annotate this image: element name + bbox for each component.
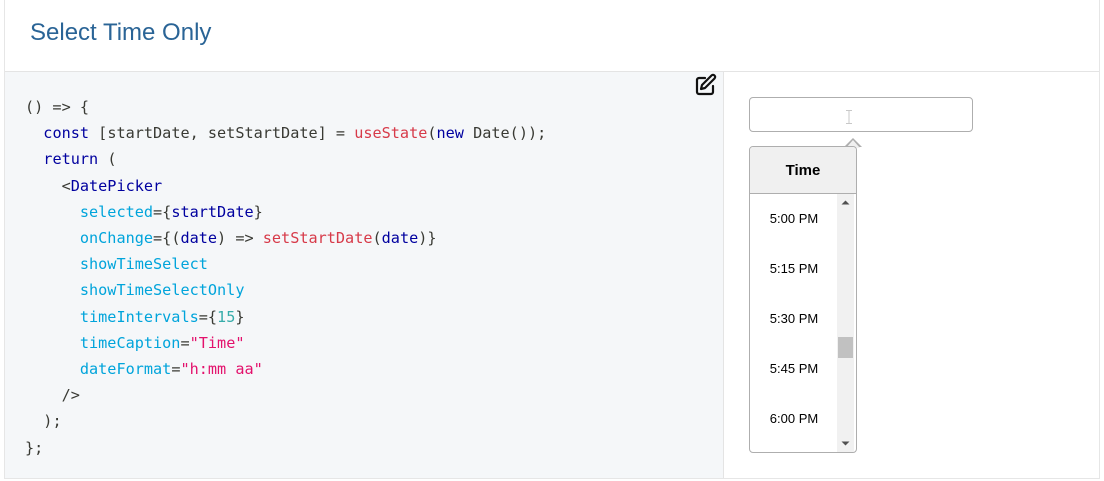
code-token: )} (418, 229, 437, 248)
triangle-down-icon[interactable] (837, 435, 854, 452)
code-token: } (253, 202, 263, 221)
code-token: < (61, 176, 71, 195)
code-token: timeCaption (79, 333, 181, 352)
code-token: ( (372, 229, 382, 248)
example-card: Select Time Only () => { const [startDat… (4, 0, 1100, 479)
card-header: Select Time Only (5, 0, 1099, 72)
code-token: date (180, 229, 218, 248)
code-token: showTimeSelect (79, 255, 208, 274)
time-option[interactable]: 5:15 PM (750, 254, 838, 284)
code-token: ( (427, 124, 437, 143)
code-token: ={ (153, 202, 172, 221)
code-line-1: () => { (25, 98, 90, 116)
time-option[interactable]: 5:00 PM (750, 204, 838, 234)
time-list[interactable]: 5:00 PM 5:15 PM 5:30 PM 5:45 PM 6:00 PM (750, 194, 838, 452)
code-token: ( (107, 150, 117, 169)
code-token: return (43, 150, 108, 169)
code-token: timeIntervals (79, 307, 199, 326)
code-token: ); (43, 412, 62, 431)
code-token: ) => (217, 229, 263, 248)
code-token: showTimeSelectOnly (79, 281, 245, 300)
code-token: DatePicker (70, 176, 163, 195)
code-token: ={ (198, 307, 218, 326)
code-token: [startDate, setStartDate] = (98, 124, 355, 143)
code-token: dateFormat (79, 360, 172, 379)
code-token: useState (354, 124, 428, 143)
code-token: "h:mm aa" (180, 360, 263, 379)
code-block[interactable]: () => { const [startDate, setStartDate] … (25, 94, 546, 461)
code-token: onChange (79, 229, 154, 248)
time-picker-dropdown: Time 5:00 PM 5:15 PM 5:30 PM 5:45 PM 6:0… (749, 146, 857, 453)
time-input[interactable] (749, 97, 973, 132)
scrollbar-thumb[interactable] (838, 336, 853, 358)
code-token: startDate (171, 202, 254, 221)
time-list-scrollbar[interactable] (837, 194, 854, 452)
page-title: Select Time Only (30, 19, 212, 46)
time-option[interactable]: 6:00 PM (750, 404, 838, 434)
time-picker-header: Time (750, 147, 856, 194)
code-token: }; (25, 438, 44, 457)
code-token: ={( (153, 229, 181, 248)
time-option[interactable]: 5:30 PM (750, 304, 838, 334)
code-token: selected (79, 202, 154, 221)
code-token: /> (61, 386, 80, 405)
code-token: = (180, 333, 190, 352)
code-token: ()); (509, 124, 547, 143)
code-token: setStartDate (262, 229, 373, 248)
code-token: "Time" (189, 333, 245, 352)
code-token: date (381, 229, 419, 248)
code-token: const (43, 124, 99, 143)
code-editor[interactable]: () => { const [startDate, setStartDate] … (5, 72, 724, 478)
edit-icon[interactable] (693, 72, 719, 98)
triangle-up-icon[interactable] (837, 194, 854, 211)
code-token: 15 (217, 307, 236, 326)
code-token: } (235, 307, 245, 326)
code-token: Date (473, 124, 510, 143)
time-option[interactable]: 5:45 PM (750, 354, 838, 384)
code-token: new (436, 124, 474, 143)
